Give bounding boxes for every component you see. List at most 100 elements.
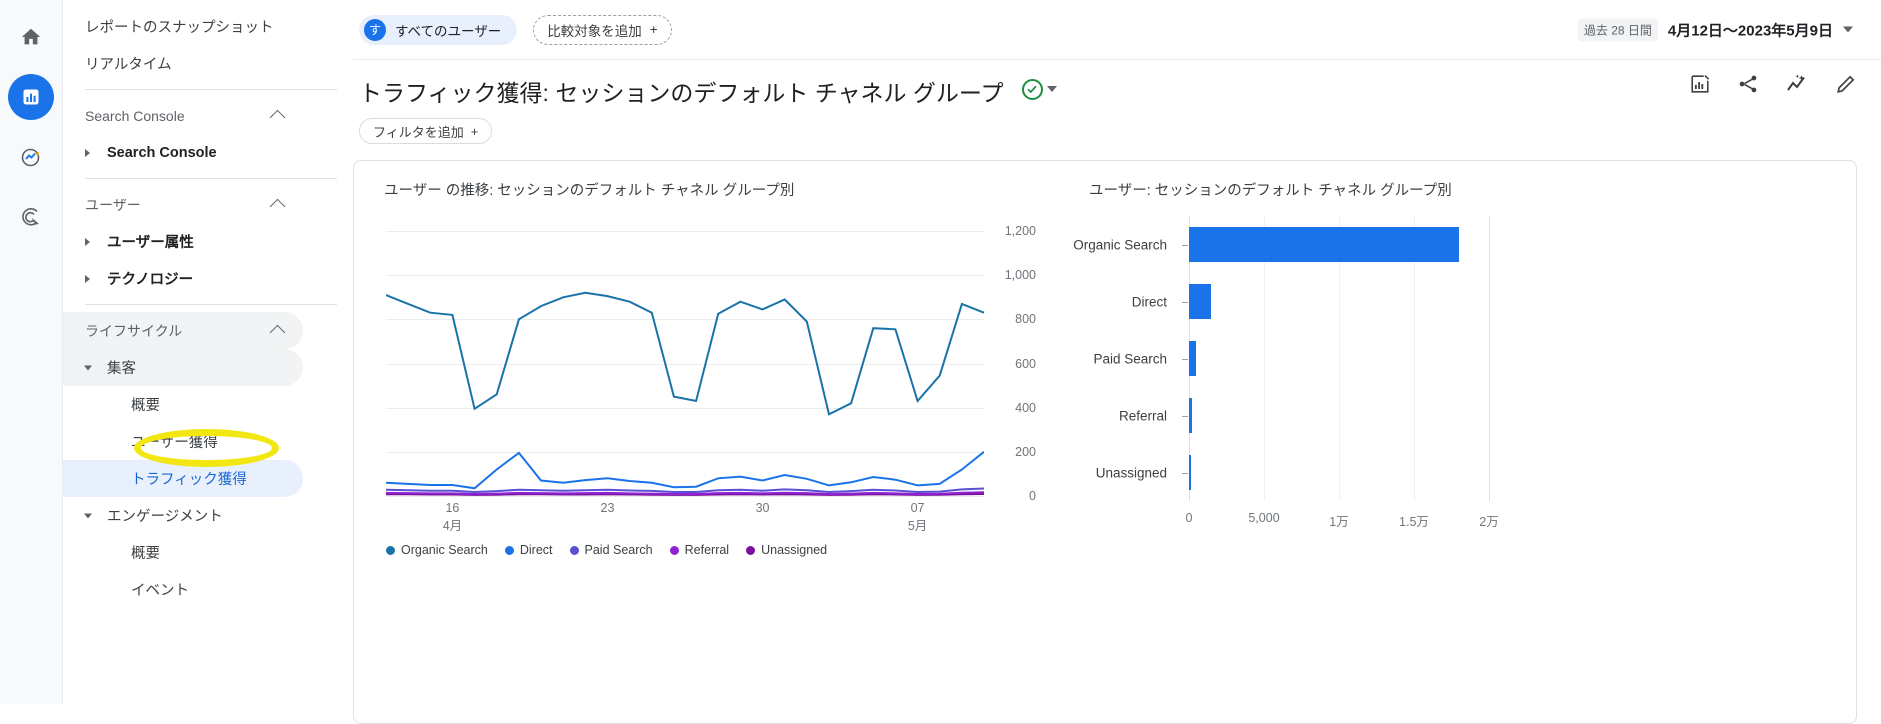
- date-range-selector[interactable]: 過去 28 日間 4月12日〜2023年5月9日: [1577, 18, 1853, 41]
- audience-chip[interactable]: す すべてのユーザー: [359, 14, 518, 45]
- chevron-up-icon: [269, 324, 286, 341]
- caret-down-icon: [84, 513, 92, 518]
- sidebar-item-user-acquisition[interactable]: ユーザー獲得: [63, 423, 303, 460]
- add-comparison-button[interactable]: 比較対象を追加 +: [533, 14, 672, 45]
- bar[interactable]: [1189, 226, 1459, 263]
- sidebar-item-acquisition-overview[interactable]: 概要: [63, 386, 303, 423]
- date-range-value: 4月12日〜2023年5月9日: [1667, 22, 1833, 39]
- line-chart-plot[interactable]: [386, 231, 984, 497]
- explore-icon[interactable]: [8, 134, 54, 180]
- share-icon[interactable]: [1737, 73, 1759, 100]
- plus-icon: +: [470, 123, 479, 139]
- line-chart-x-axis: 16 4月 23 30 07 5月: [386, 501, 984, 541]
- bar-category-label: Direct: [1131, 294, 1167, 309]
- sidebar-item-realtime[interactable]: リアルタイム: [63, 45, 303, 82]
- nav-divider: [85, 178, 337, 179]
- sidebar-item-events[interactable]: イベント: [63, 571, 303, 608]
- gridline: [1489, 216, 1490, 501]
- sidebar-item-user-attributes[interactable]: ユーザー属性: [63, 223, 303, 260]
- chevron-up-icon: [269, 198, 286, 215]
- add-filter-label: フィルタを追加: [373, 124, 464, 140]
- sidebar-section-lifecycle[interactable]: ライフサイクル: [63, 312, 303, 349]
- sidebar-item-label: トラフィック獲得: [131, 472, 247, 488]
- sidebar-item-technology[interactable]: テクノロジー: [63, 260, 303, 297]
- add-filter-button[interactable]: フィルタを追加 +: [359, 118, 493, 144]
- legend-item[interactable]: Unassigned: [746, 543, 827, 557]
- legend-item[interactable]: Paid Search: [569, 543, 653, 557]
- bar-category-label: Unassigned: [1095, 465, 1167, 480]
- sidebar-item-traffic-acquisition[interactable]: トラフィック獲得: [63, 460, 303, 497]
- data-quality-indicator[interactable]: [1021, 78, 1057, 100]
- y-axis-tick-label: 800: [1015, 312, 1036, 327]
- advertising-icon[interactable]: [8, 194, 54, 240]
- bar[interactable]: [1189, 283, 1211, 320]
- y-axis-tick-label: 0: [1029, 489, 1036, 503]
- icon-rail: [0, 0, 63, 704]
- sidebar-item-label: ユーザー獲得: [131, 435, 218, 451]
- sidebar-item-label: ユーザー属性: [107, 235, 194, 251]
- report-actions: [1689, 72, 1857, 101]
- caret-down-icon: [84, 365, 92, 370]
- bar[interactable]: [1189, 340, 1196, 377]
- line-chart-legend: Organic Search Direct Paid Search Referral U…: [386, 543, 837, 557]
- sidebar-section-user[interactable]: ユーザー: [63, 186, 303, 223]
- sidebar-section-search-console[interactable]: Search Console: [63, 97, 303, 134]
- charts-card: ユーザー の推移: セッションのデフォルト チャネル グループ別 1,200 1,…: [353, 160, 1857, 724]
- bar-chart-x-axis: 0 5,000 1万 1.5万 2万: [1186, 505, 1499, 535]
- sidebar-item-engagement-overview[interactable]: 概要: [63, 534, 303, 571]
- legend-item[interactable]: Organic Search: [386, 543, 488, 557]
- reports-icon[interactable]: [8, 74, 54, 120]
- legend-label: Direct: [519, 543, 553, 557]
- chevron-down-icon: [1046, 86, 1057, 92]
- plus-icon: +: [649, 22, 658, 37]
- y-axis-tick-label: 400: [1015, 400, 1036, 415]
- line-series: [386, 487, 984, 494]
- y-axis-tick-label: 1,200: [1004, 224, 1036, 238]
- axis-tick-mark: [1182, 415, 1188, 417]
- axis-tick-mark: [1182, 301, 1188, 303]
- edit-icon[interactable]: [1835, 73, 1857, 100]
- caret-right-icon: [85, 148, 90, 157]
- bar-chart-title: ユーザー: セッションのデフォルト チャネル グループ別: [1089, 183, 1452, 199]
- y-axis-tick-label: 200: [1015, 444, 1036, 459]
- bar[interactable]: [1189, 397, 1192, 434]
- sidebar-item-engagement[interactable]: エンゲージメント: [63, 497, 303, 534]
- date-range-badge: 過去 28 日間: [1577, 18, 1658, 41]
- bar[interactable]: [1189, 454, 1191, 491]
- insights-icon[interactable]: [1689, 73, 1711, 100]
- bar-category-label: Organic Search: [1073, 237, 1167, 252]
- legend-color-dot: [386, 545, 395, 555]
- bar-category-label: Paid Search: [1093, 351, 1167, 366]
- sidebar-item-report-snapshot[interactable]: レポートのスナップショット: [63, 8, 303, 45]
- main-content: す すべてのユーザー 比較対象を追加 + 過去 28 日間 4月12日〜2023…: [353, 0, 1881, 724]
- legend-label: Paid Search: [584, 543, 653, 557]
- nav-sidebar[interactable]: レポートのスナップショット リアルタイム Search Console Sear…: [63, 0, 353, 704]
- line-series: [386, 291, 984, 416]
- legend-color-dot: [669, 545, 679, 555]
- x-axis-tick-label: 2万: [1479, 515, 1499, 529]
- home-icon[interactable]: [8, 14, 54, 60]
- bar-category-label: Referral: [1118, 408, 1167, 423]
- legend-item[interactable]: Direct: [504, 543, 553, 557]
- chevron-down-icon: [1843, 26, 1853, 33]
- nav-divider: [85, 304, 337, 305]
- report-header: トラフィック獲得: セッションのデフォルト チャネル グループ フィルタを追加 …: [353, 60, 1881, 144]
- sidebar-section-label: Search Console: [85, 107, 185, 124]
- legend-color-dot: [569, 545, 579, 555]
- compare-icon[interactable]: [1785, 72, 1809, 101]
- legend-item[interactable]: Referral: [669, 543, 730, 557]
- sidebar-item-search-console[interactable]: Search Console: [63, 134, 303, 171]
- legend-label: Organic Search: [401, 543, 488, 557]
- gridline: [386, 496, 984, 497]
- x-axis-tick-label: 30: [755, 501, 770, 515]
- sidebar-section-label: ユーザー: [85, 196, 141, 213]
- sidebar-item-acquisition[interactable]: 集客: [63, 349, 303, 386]
- line-chart-panel: ユーザー の推移: セッションのデフォルト チャネル グループ別 1,200 1,…: [354, 161, 1069, 723]
- axis-tick-mark: [1182, 358, 1188, 360]
- legend-color-dot: [504, 545, 514, 555]
- caret-right-icon: [85, 237, 90, 246]
- sidebar-item-label: 集客: [107, 361, 136, 377]
- legend-label: Referral: [684, 543, 730, 557]
- add-comparison-label: 比較対象を追加: [547, 23, 642, 39]
- bar-chart-plot[interactable]: [1182, 216, 1490, 501]
